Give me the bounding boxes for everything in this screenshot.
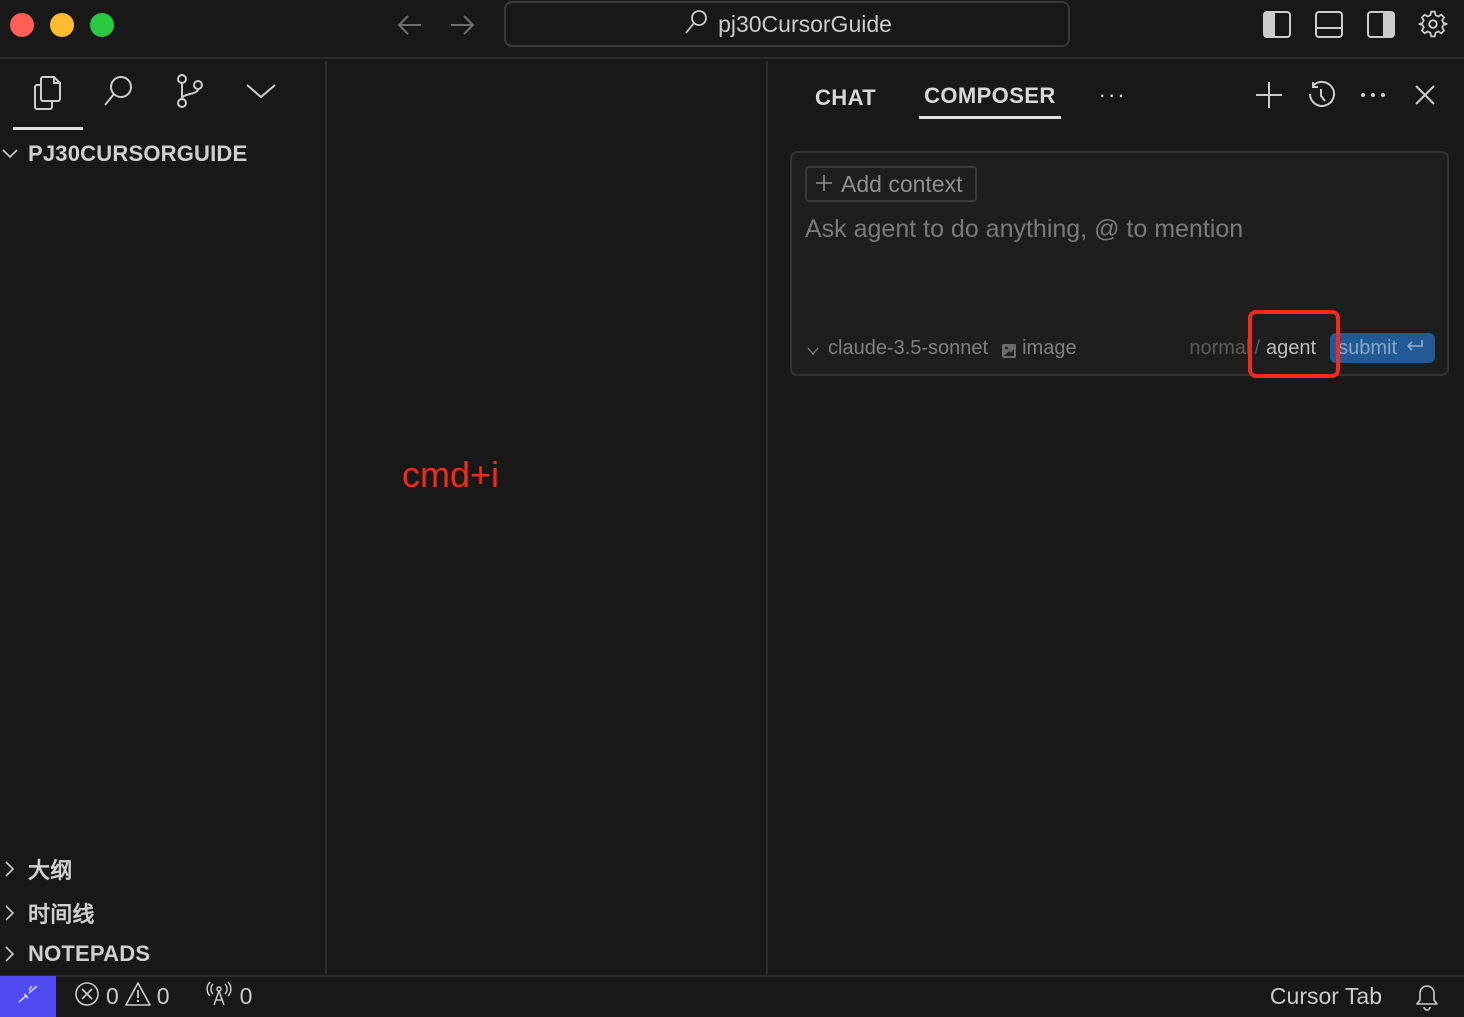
search-icon: [101, 73, 137, 118]
broadcast-icon: [205, 980, 232, 1013]
command-center-search[interactable]: pj30CursorGuide: [504, 1, 1070, 47]
model-select[interactable]: claude-3.5-sonnet: [806, 337, 988, 360]
history-icon[interactable]: [1306, 79, 1336, 111]
explorer-project-header[interactable]: PJ30CURSORGUIDE: [0, 141, 247, 167]
sidebar: PJ30CURSORGUIDE 大纲 时间线 NOTEPADS: [0, 61, 327, 974]
mode-switch[interactable]: normal / agent: [1189, 309, 1341, 378]
chevron-down-icon: [0, 144, 20, 164]
error-icon: [74, 981, 100, 1013]
error-count: 0: [106, 983, 119, 1009]
editor-area: cmd+i: [329, 61, 768, 974]
search-icon: [682, 7, 710, 41]
tab-more[interactable]: [225, 73, 296, 129]
window-maximize-button[interactable]: [90, 13, 114, 37]
plus-icon: [815, 171, 833, 198]
section-label: NOTEPADS: [28, 941, 151, 966]
tab-composer[interactable]: COMPOSER: [919, 81, 1061, 119]
chevron-right-icon: [0, 859, 20, 879]
toggle-panel-icon[interactable]: [1314, 8, 1344, 40]
files-icon: [30, 73, 66, 118]
chevron-right-icon: [0, 944, 20, 964]
remote-indicator-button[interactable]: [0, 976, 56, 1017]
tab-search[interactable]: [83, 73, 154, 129]
prompt-input[interactable]: [805, 215, 1435, 275]
add-context-button[interactable]: Add context: [805, 166, 978, 202]
close-icon[interactable]: [1410, 79, 1440, 111]
chevron-down-icon: [806, 341, 820, 356]
mode-normal-option[interactable]: normal: [1189, 337, 1250, 360]
mode-agent-option[interactable]: agent: [1248, 309, 1341, 378]
window-close-button[interactable]: [10, 13, 34, 37]
remote-icon: [16, 982, 40, 1012]
shortcut-annotation: cmd+i: [402, 454, 500, 495]
ports-indicator[interactable]: 0: [205, 980, 253, 1013]
more-tabs-button[interactable]: ···: [1099, 82, 1127, 108]
submit-label: submit: [1338, 336, 1397, 359]
activity-tabs: [12, 73, 296, 130]
section-outline[interactable]: 大纲: [0, 853, 72, 885]
image-icon: [1002, 341, 1017, 358]
tab-explorer[interactable]: [12, 73, 83, 130]
problems-indicator[interactable]: 0 0: [74, 981, 170, 1013]
cursor-tab-status[interactable]: Cursor Tab: [1270, 983, 1382, 1010]
workspace-name: pj30CursorGuide: [718, 10, 892, 37]
image-button[interactable]: image: [1002, 336, 1077, 360]
arrow-left-icon[interactable]: [395, 10, 425, 40]
arrow-right-icon[interactable]: [447, 10, 477, 40]
section-label: 大纲: [28, 858, 73, 883]
toggle-secondary-sidebar-icon[interactable]: [1366, 8, 1396, 40]
toggle-primary-sidebar-icon[interactable]: [1262, 8, 1292, 40]
submit-button[interactable]: submit: [1330, 333, 1435, 363]
panel-tabs: CHAT COMPOSER ···: [810, 81, 1127, 119]
more-actions-icon[interactable]: [1358, 79, 1388, 111]
title-bar: pj30CursorGuide: [0, 0, 1464, 59]
ports-count: 0: [239, 983, 253, 1009]
window-minimize-button[interactable]: [50, 13, 74, 37]
source-control-icon: [172, 73, 208, 118]
tab-source-control[interactable]: [154, 73, 225, 129]
composer-input-box: Add context claude-3.5-sonnet image norm…: [790, 151, 1449, 378]
warning-icon: [124, 981, 151, 1013]
tab-chat[interactable]: CHAT: [810, 83, 881, 118]
gear-icon[interactable]: [1418, 8, 1448, 40]
warning-count: 0: [156, 983, 170, 1009]
section-label: 时间线: [28, 902, 95, 927]
image-label: image: [1022, 336, 1077, 359]
plus-icon[interactable]: [1254, 79, 1284, 111]
model-name: claude-3.5-sonnet: [828, 336, 989, 359]
composer-footer: claude-3.5-sonnet image normal / agent s…: [806, 309, 1435, 378]
add-context-label: Add context: [841, 170, 963, 197]
status-bar: 0 0 0 Cursor Tab: [0, 975, 1464, 1017]
section-timeline[interactable]: 时间线: [0, 897, 95, 929]
chevron-down-icon: [243, 73, 279, 118]
bell-icon[interactable]: [1414, 983, 1440, 1011]
enter-icon: [1405, 337, 1425, 360]
project-title: PJ30CURSORGUIDE: [28, 141, 248, 166]
chevron-right-icon: [0, 903, 20, 923]
section-notepads[interactable]: NOTEPADS: [0, 941, 150, 967]
composer-panel: CHAT COMPOSER ··· Add context Ask agent …: [770, 61, 1464, 974]
